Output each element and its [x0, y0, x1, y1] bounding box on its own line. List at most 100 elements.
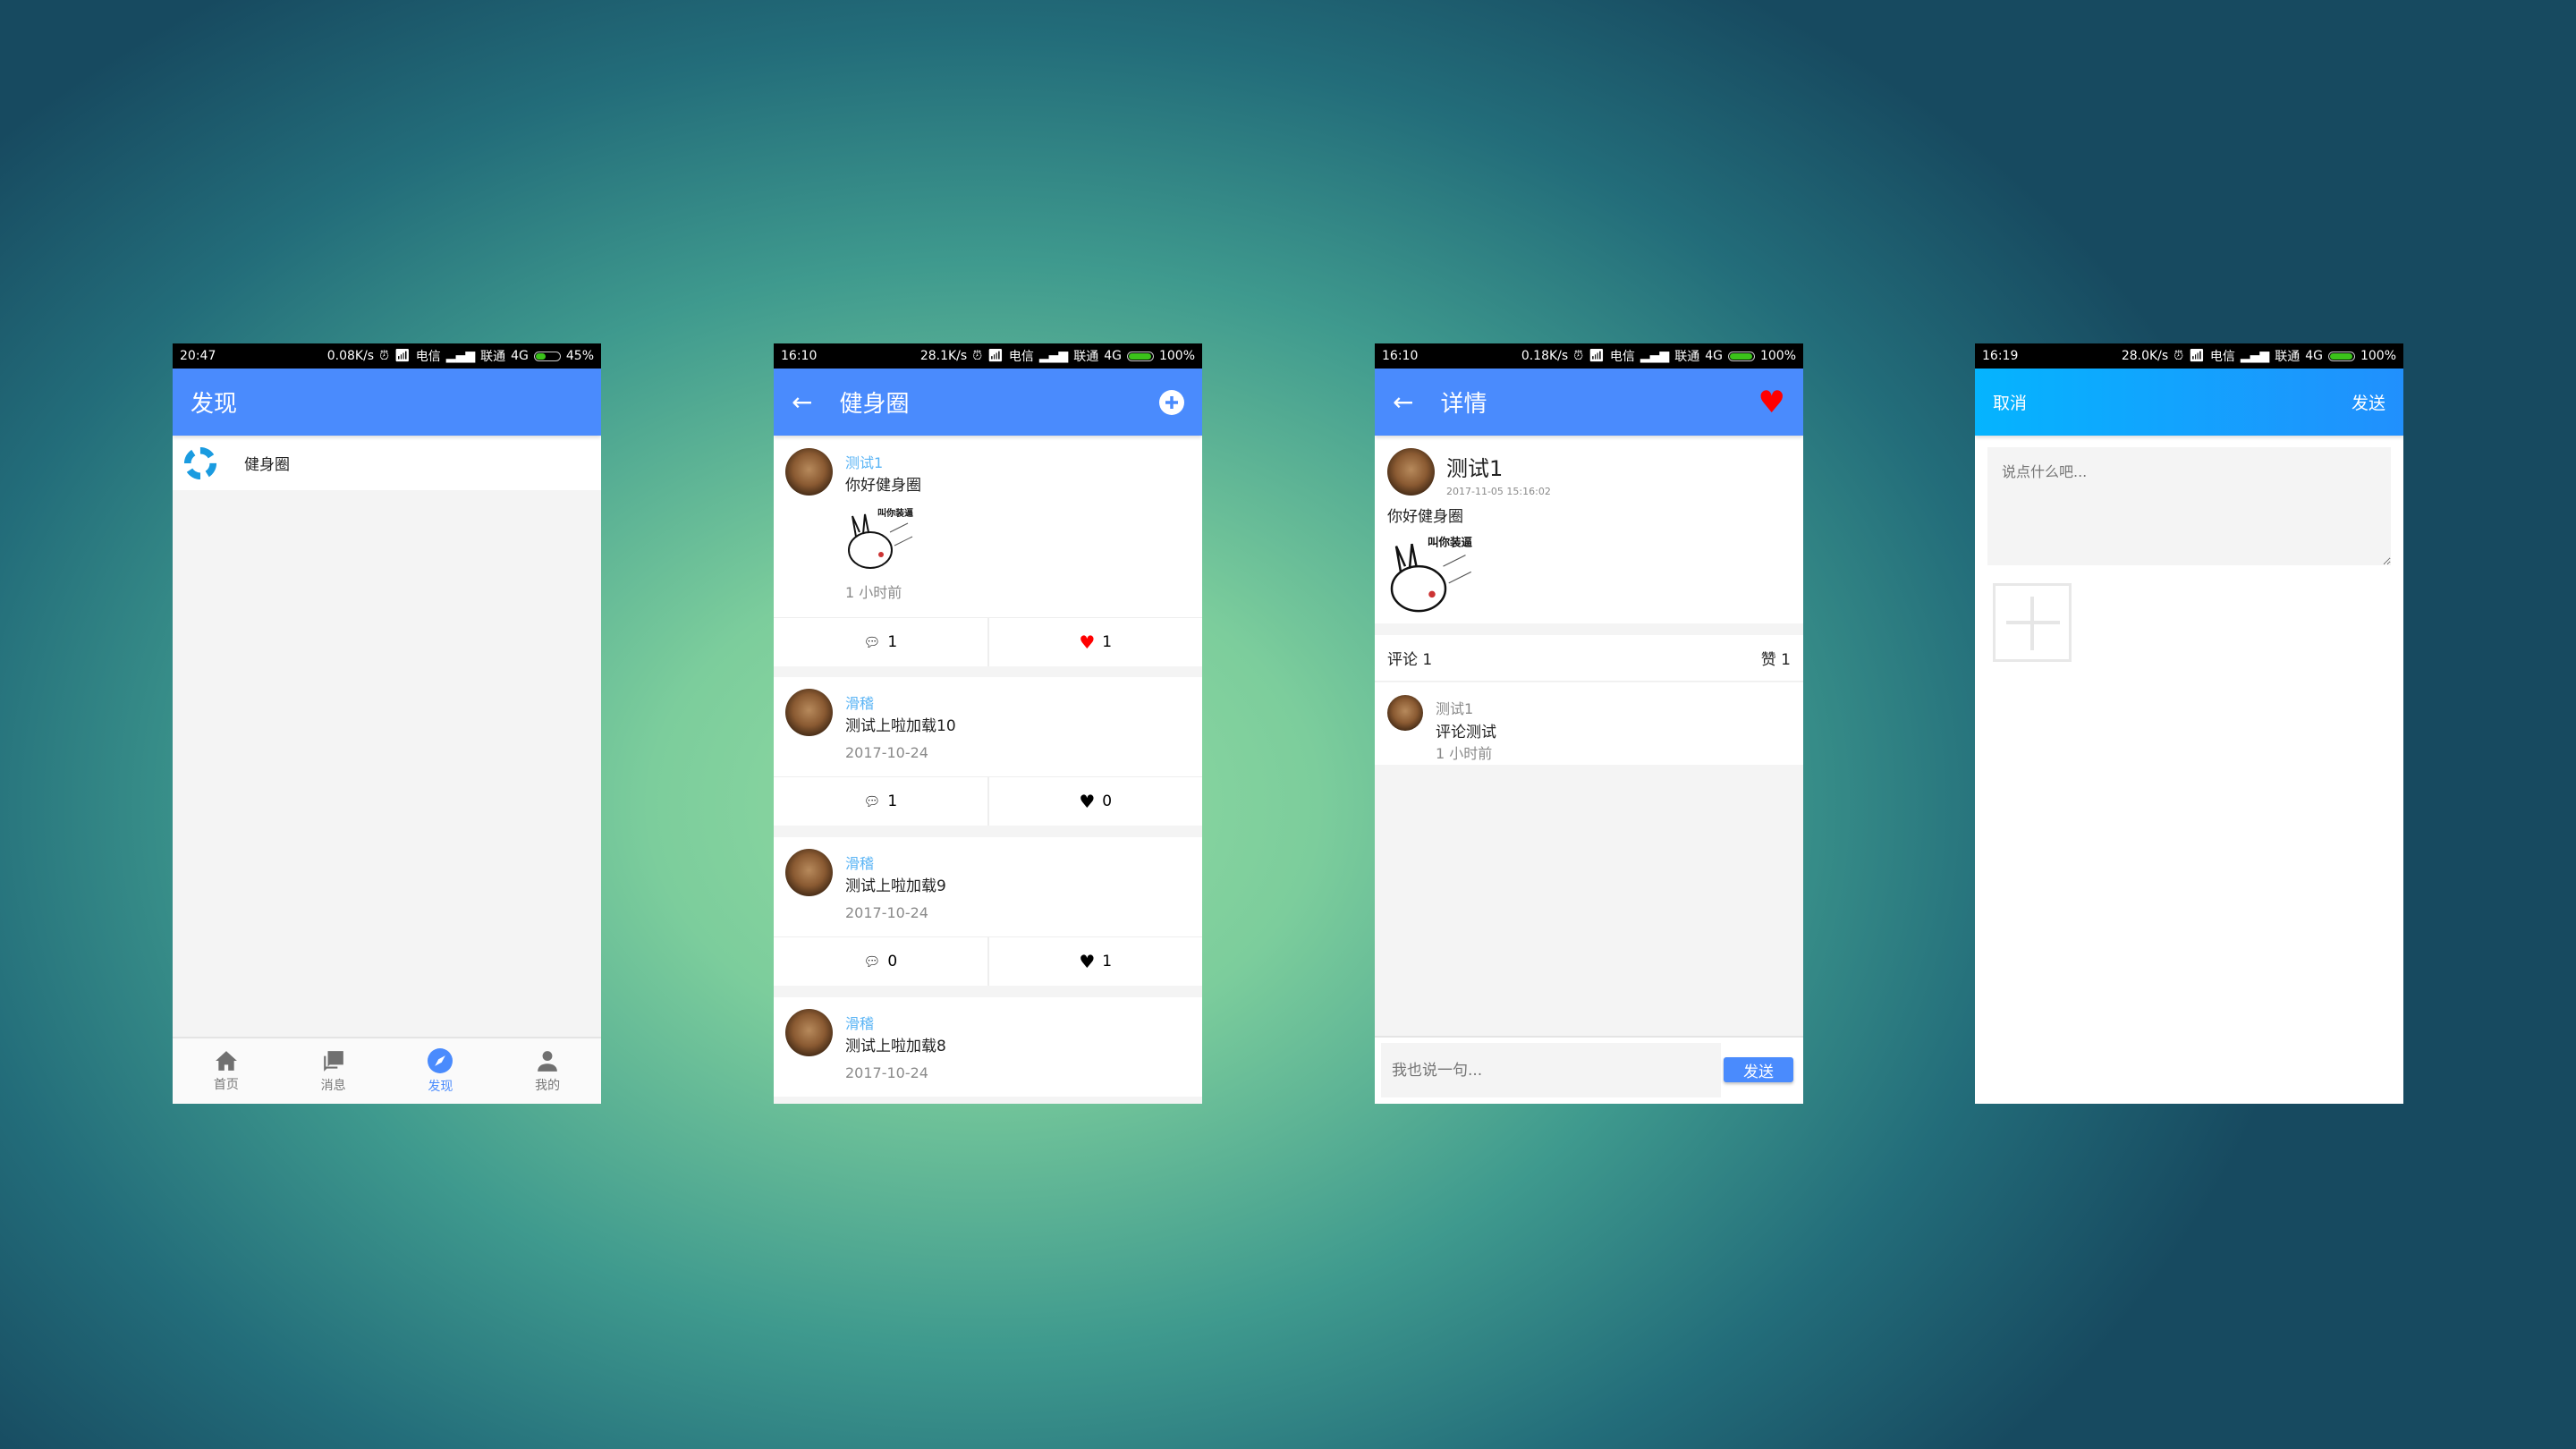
app-header: ← 详情 ♥ [1375, 369, 1803, 436]
post-time: 1 小时前 [845, 584, 902, 601]
like-count: 0 [1102, 792, 1113, 810]
post-card[interactable]: 滑稽 测试上啦加载10 2017-10-24 [774, 677, 1202, 776]
phone-discover: 20:47 0.08K/s ⏰︎ 📶︎ 电信 ▂▄▆ 联通 4G 45% 发现 健身… [173, 343, 601, 1104]
net-speed: 0.08K/s [326, 349, 375, 363]
comment-count: 0 [887, 953, 898, 970]
battery-icon [1126, 351, 1154, 361]
status-time: 20:47 [180, 349, 216, 363]
tab-label: 发现 [428, 1079, 453, 1094]
tab-label: 消息 [320, 1078, 346, 1093]
avatar[interactable] [785, 849, 833, 896]
list-item-fitness-circle[interactable]: 健身圈 [173, 436, 601, 490]
avatar[interactable] [785, 1009, 833, 1056]
status-time: 16:10 [1382, 349, 1419, 363]
carrier-2: 联通 [1674, 350, 1700, 364]
post-image[interactable]: 叫你装逼 [1387, 532, 1477, 617]
add-image-button[interactable] [1993, 583, 2072, 662]
tab-me[interactable]: 我的 [494, 1038, 601, 1104]
tab-label: 首页 [213, 1077, 239, 1092]
post-username[interactable]: 测试1 [845, 451, 883, 472]
add-post-button[interactable] [1159, 389, 1184, 415]
status-time: 16:19 [1982, 349, 2019, 363]
net-speed: 28.0K/s [2121, 349, 2169, 363]
status-time: 16:10 [781, 349, 818, 363]
post-text: 测试上啦加载9 [845, 877, 946, 895]
post-username[interactable]: 滑稽 [845, 852, 874, 873]
post-card[interactable]: 滑稽 测试上啦加载8 2017-10-24 [774, 997, 1202, 1097]
alarm-icon: ⏰︎ [379, 349, 390, 363]
post-card[interactable]: 滑稽 测试上啦加载9 2017-10-24 [774, 837, 1202, 936]
list-item-label: 健身圈 [244, 456, 290, 474]
fitness-circle-icon [183, 446, 217, 479]
app-header: 发现 [173, 369, 601, 436]
carrier-2: 联通 [480, 350, 506, 364]
post-actions: 💬︎ 1 ♥ 1 [774, 617, 1202, 666]
post-text: 你好健身圈 [845, 477, 921, 495]
back-arrow-icon[interactable]: ← [1393, 387, 1413, 417]
send-button[interactable]: 发送 [1724, 1057, 1793, 1082]
like-count: 1 [1102, 953, 1113, 970]
tab-discover[interactable]: 发现 [387, 1038, 495, 1104]
home-icon [215, 1050, 237, 1071]
comment-input[interactable] [1381, 1043, 1721, 1097]
app-header: 取消 发送 [1975, 369, 2403, 436]
like-count: 1 [1102, 633, 1113, 651]
phone-new-post: 16:19 28.0K/s ⏰︎ 📶︎ 电信 ▂▄▆ 联通 4G 100% 取消 发… [1975, 343, 2403, 1104]
status-bar: 16:10 28.1K/s ⏰︎ 📶︎ 电信 ▂▄▆ 联通 4G 100% [774, 343, 1202, 369]
stats-row: 评论 1 赞 1 [1375, 635, 1803, 682]
comment-text: 评论测试 [1436, 724, 1496, 741]
svg-text:叫你装逼: 叫你装逼 [877, 507, 913, 519]
cancel-button[interactable]: 取消 [1993, 390, 2027, 414]
signal-icon: ▂▄▆ [445, 349, 476, 363]
tab-messages[interactable]: 消息 [280, 1038, 387, 1104]
battery-level: 100% [1759, 349, 1796, 363]
plus-icon [2006, 597, 2060, 650]
bottom-tab-bar: 首页 消息 发现 我的 [173, 1037, 601, 1104]
page-title: 发现 [191, 391, 238, 418]
post-datetime: 2017-11-05 15:16:02 [1446, 486, 1551, 497]
send-button[interactable]: 发送 [2351, 390, 2385, 414]
post-text: 你好健身圈 [1387, 508, 1463, 526]
comment-button[interactable]: 💬︎ 1 [774, 618, 989, 666]
post-textarea[interactable] [1987, 447, 2391, 565]
battery-icon [1727, 351, 1755, 361]
post-username[interactable]: 滑稽 [845, 691, 874, 713]
comment-button[interactable]: 💬︎ 0 [774, 937, 989, 986]
battery-level: 100% [1158, 349, 1195, 363]
like-button[interactable]: ♥ 0 [989, 777, 1203, 826]
post-detail: 测试1 2017-11-05 15:16:02 你好健身圈 叫你装逼 [1375, 436, 1803, 623]
like-button[interactable]: ♥ 1 [989, 618, 1203, 666]
heart-icon: ♥ [1079, 791, 1096, 812]
post-time: 2017-10-24 [845, 904, 928, 921]
avatar[interactable] [1387, 695, 1423, 731]
tab-label: 我的 [535, 1078, 561, 1093]
post-time: 2017-10-24 [845, 744, 928, 761]
net-speed: 0.18K/s [1521, 349, 1569, 363]
tab-home[interactable]: 首页 [173, 1038, 280, 1104]
wifi-icon: 📶︎ [987, 349, 1004, 363]
back-arrow-icon[interactable]: ← [792, 387, 812, 417]
alarm-icon: ⏰︎ [2174, 349, 2184, 363]
like-button[interactable]: ♥ 1 [989, 937, 1203, 986]
comment-username[interactable]: 测试1 [1436, 697, 1473, 718]
carrier-1: 电信 [415, 350, 441, 364]
avatar[interactable] [785, 448, 833, 496]
post-card[interactable]: 测试1 你好健身圈 叫你装逼 1 小时前 [774, 436, 1202, 617]
net-speed: 28.1K/s [919, 349, 968, 363]
wifi-icon: 📶︎ [1589, 349, 1605, 363]
avatar[interactable] [1387, 448, 1435, 496]
network-type: 4G [511, 349, 529, 363]
comment-count: 1 [887, 633, 898, 651]
like-heart-button[interactable]: ♥ [1758, 385, 1785, 420]
post-actions: 💬︎ 1 ♥ 0 [774, 776, 1202, 826]
network-type: 4G [1705, 349, 1723, 363]
avatar[interactable] [785, 689, 833, 736]
comment-button[interactable]: 💬︎ 1 [774, 777, 989, 826]
app-header: ← 健身圈 [774, 369, 1202, 436]
battery-icon [533, 351, 561, 361]
post-username[interactable]: 滑稽 [845, 1012, 874, 1033]
post-image[interactable]: 叫你装逼 [845, 505, 917, 572]
post-username: 测试1 [1446, 456, 1504, 481]
battery-level: 45% [565, 349, 594, 363]
comment-time: 1 小时前 [1436, 745, 1493, 762]
